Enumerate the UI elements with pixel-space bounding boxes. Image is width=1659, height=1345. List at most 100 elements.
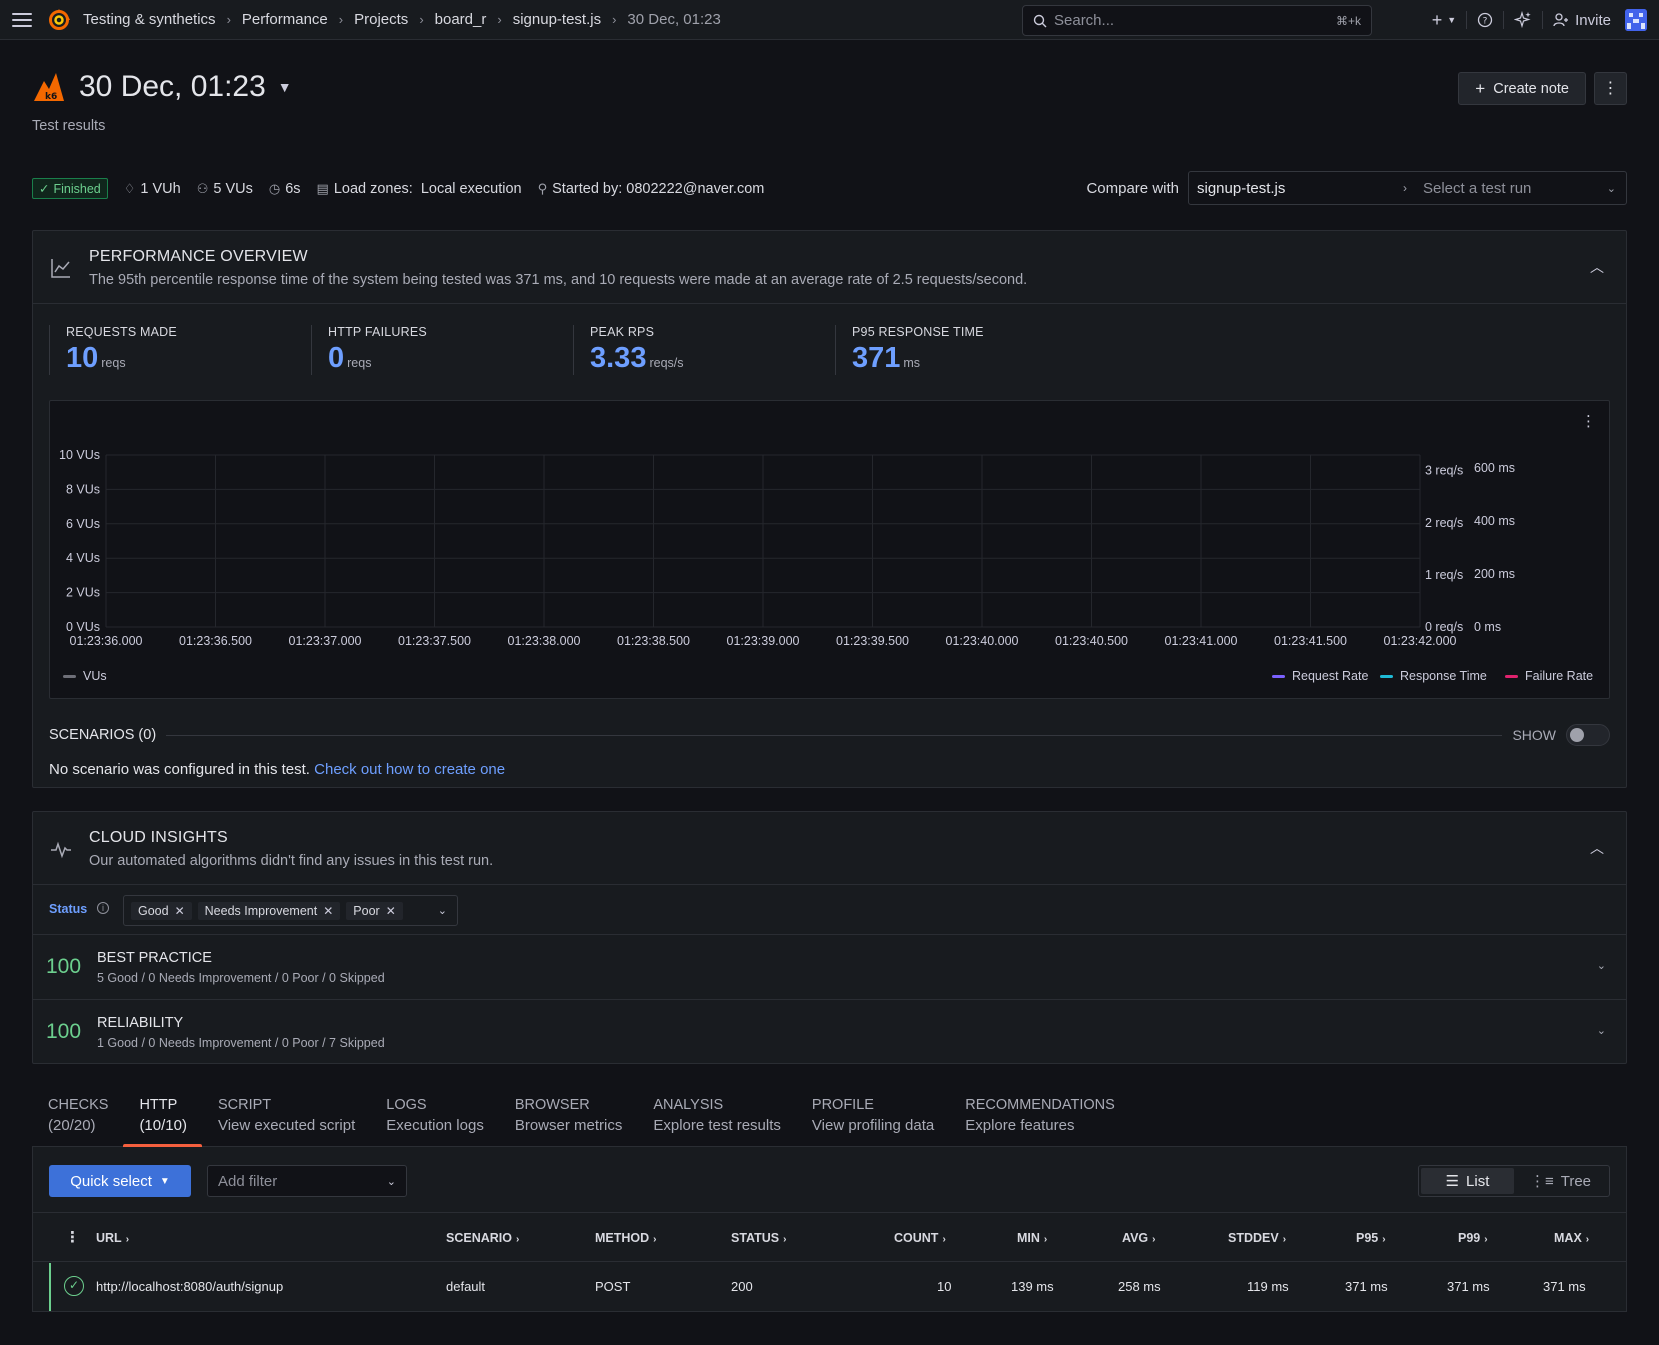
info-icon[interactable]: i	[97, 902, 109, 914]
performance-overview-description: The 95th percentile response time of the…	[89, 272, 1028, 288]
insight-title: BEST PRACTICE	[97, 950, 212, 966]
chevron-down-icon[interactable]: ⌄	[1597, 1024, 1606, 1037]
column-stddev[interactable]: STDDEV ›	[1228, 1231, 1286, 1245]
add-filter-placeholder: Add filter	[218, 1172, 278, 1190]
chevron-down-icon[interactable]: ▼	[278, 79, 292, 95]
clock-icon: ◷	[268, 180, 281, 196]
results-tabs: CHECKS (20/20) HTTP (10/10) SCRIPT View exe…	[32, 1087, 1627, 1147]
breadcrumb-performance[interactable]: Performance	[242, 11, 328, 28]
stat-value: 0	[328, 342, 345, 374]
column-avg[interactable]: AVG ›	[1122, 1231, 1156, 1245]
column-max[interactable]: MAX ›	[1554, 1231, 1589, 1245]
tab-http[interactable]: HTTP (10/10)	[123, 1087, 202, 1147]
chevron-right-icon: ›	[226, 12, 231, 27]
column-method[interactable]: METHOD ›	[595, 1231, 657, 1245]
header-actions: + Create note ⋮	[1458, 72, 1627, 105]
compare-script-select[interactable]: signup-test.js ›	[1189, 180, 1415, 197]
tab-browser[interactable]: BROWSER Browser metrics	[499, 1087, 638, 1146]
breadcrumb-testing[interactable]: Testing & synthetics	[83, 11, 216, 28]
chevron-up-icon[interactable]: ︿	[1590, 838, 1604, 858]
chip-needs-improvement[interactable]: Needs Improvement ✕	[197, 901, 341, 920]
search-input[interactable]: Search... ⌘+k	[1022, 5, 1372, 36]
x-tick-label: 01:23:36.500	[179, 634, 252, 648]
quick-select-button[interactable]: Quick select ▼	[49, 1165, 191, 1197]
insight-reliability[interactable]: 100 RELIABILITY 1 Good / 0 Needs Improve…	[33, 1000, 1626, 1065]
breadcrumb-project[interactable]: board_r	[435, 11, 487, 28]
column-min[interactable]: MIN ›	[1017, 1231, 1047, 1245]
column-url[interactable]: URL ›	[96, 1231, 129, 1245]
cell-min: 139 ms	[1011, 1279, 1054, 1294]
insight-best-practice[interactable]: 100 BEST PRACTICE 5 Good / 0 Needs Impro…	[33, 935, 1626, 1000]
plus-icon: +	[1475, 78, 1486, 98]
close-icon[interactable]: ✕	[175, 904, 185, 918]
column-count[interactable]: COUNT ›	[894, 1231, 946, 1245]
status-label: Finished	[53, 181, 101, 196]
stat-unit: reqs	[347, 356, 372, 370]
breadcrumb-script[interactable]: signup-test.js	[513, 11, 601, 28]
chevron-down-icon[interactable]: ⌄	[438, 904, 447, 917]
x-tick-label: 01:23:40.000	[946, 634, 1019, 648]
page-header: k6 30 Dec, 01:23 ▼ Test results	[32, 70, 292, 134]
table-row[interactable]: ✓ http://localhost:8080/auth/signup defa…	[49, 1263, 1626, 1311]
invite-button[interactable]: Invite	[1553, 12, 1611, 29]
performance-overview-header[interactable]: PERFORMANCE OVERVIEW The 95th percentile…	[33, 231, 1626, 304]
status-multiselect[interactable]: Good ✕ Needs Improvement ✕ Poor ✕ ⌄	[123, 895, 458, 926]
stat-value: 371	[852, 342, 901, 374]
chip-poor[interactable]: Poor ✕	[346, 901, 403, 920]
breadcrumb: Testing & synthetics › Performance › Pro…	[83, 11, 721, 28]
tab-analysis[interactable]: ANALYSIS Explore test results	[637, 1087, 796, 1146]
cell-p95: 371 ms	[1345, 1279, 1388, 1294]
grafana-logo-icon[interactable]	[47, 8, 71, 32]
y-left-tick-label: 6 VUs	[66, 517, 100, 531]
users-icon: ⚇	[196, 180, 209, 196]
tab-title: ANALYSIS	[653, 1097, 724, 1113]
compare-run-placeholder: Select a test run	[1423, 179, 1532, 197]
stat-value: 3.33	[590, 342, 647, 374]
add-filter-select[interactable]: Add filter ⌄	[207, 1165, 407, 1197]
page-title: 30 Dec, 01:23	[79, 70, 266, 103]
avatar[interactable]	[1625, 9, 1647, 31]
chevron-down-icon[interactable]: ⌄	[1597, 959, 1606, 972]
view-list-button[interactable]: ☰ List	[1421, 1168, 1514, 1194]
insight-summary: 5 Good / 0 Needs Improvement / 0 Poor / …	[97, 971, 385, 985]
close-icon[interactable]: ✕	[323, 904, 333, 918]
tab-logs[interactable]: LOGS Execution logs	[370, 1087, 499, 1146]
column-options-icon[interactable]: ⋮	[65, 1228, 80, 1246]
compare-run-select[interactable]: Select a test run ⌄	[1415, 180, 1626, 197]
tab-profile[interactable]: PROFILE View profiling data	[796, 1087, 949, 1146]
column-status[interactable]: STATUS ›	[731, 1231, 787, 1245]
create-scenario-link[interactable]: Check out how to create one	[314, 761, 505, 778]
scenarios-header: SCENARIOS (0) SHOW	[49, 724, 1610, 746]
view-tree-button[interactable]: ⋮≡ Tree	[1514, 1168, 1607, 1194]
chevron-up-icon[interactable]: ︿	[1590, 257, 1604, 277]
tab-recommendations[interactable]: RECOMMENDATIONS Explore features	[949, 1087, 1130, 1146]
column-p95[interactable]: P95 ›	[1356, 1231, 1386, 1245]
tab-script[interactable]: SCRIPT View executed script	[202, 1087, 370, 1146]
breadcrumb-projects[interactable]: Projects	[354, 11, 408, 28]
kebab-menu-icon: ⋮	[1602, 79, 1619, 97]
chip-good[interactable]: Good ✕	[131, 901, 192, 920]
vuh-meta: ♢ 1 VUh	[124, 181, 181, 197]
close-icon[interactable]: ✕	[386, 904, 396, 918]
performance-overview-title: PERFORMANCE OVERVIEW	[89, 248, 308, 265]
tab-title: SCRIPT	[217, 1097, 272, 1113]
help-button[interactable]: ?	[1477, 12, 1493, 28]
status-badge: ✓ Finished	[32, 178, 108, 199]
search-shortcut: ⌘+k	[1335, 13, 1361, 28]
http-table-header: ⋮ URL › SCENARIO › METHOD › STATUS › COUNT › …	[33, 1212, 1626, 1262]
column-p99[interactable]: P99 ›	[1458, 1231, 1488, 1245]
menu-icon[interactable]	[12, 12, 32, 27]
more-options-button[interactable]: ⋮	[1594, 72, 1627, 105]
scenarios-show-toggle[interactable]	[1566, 724, 1610, 746]
check-circle-icon: ✓	[64, 1276, 84, 1296]
create-note-button[interactable]: + Create note	[1458, 72, 1586, 105]
cloud-insights-header[interactable]: CLOUD INSIGHTS Our automated algorithms …	[33, 812, 1626, 885]
tab-subtitle: (10/10)	[139, 1117, 187, 1134]
insights-filter-row: Status i Good ✕ Needs Improvement ✕ Poor ✕ …	[33, 885, 1626, 935]
k6-logo-icon: k6	[34, 73, 64, 102]
ai-assistant-button[interactable]	[1514, 11, 1532, 29]
add-new-button[interactable]: + ▼	[1432, 10, 1456, 31]
cloud-insights-title: CLOUD INSIGHTS	[89, 829, 228, 846]
column-scenario[interactable]: SCENARIO ›	[446, 1231, 519, 1245]
tab-checks[interactable]: CHECKS (20/20)	[32, 1087, 123, 1146]
